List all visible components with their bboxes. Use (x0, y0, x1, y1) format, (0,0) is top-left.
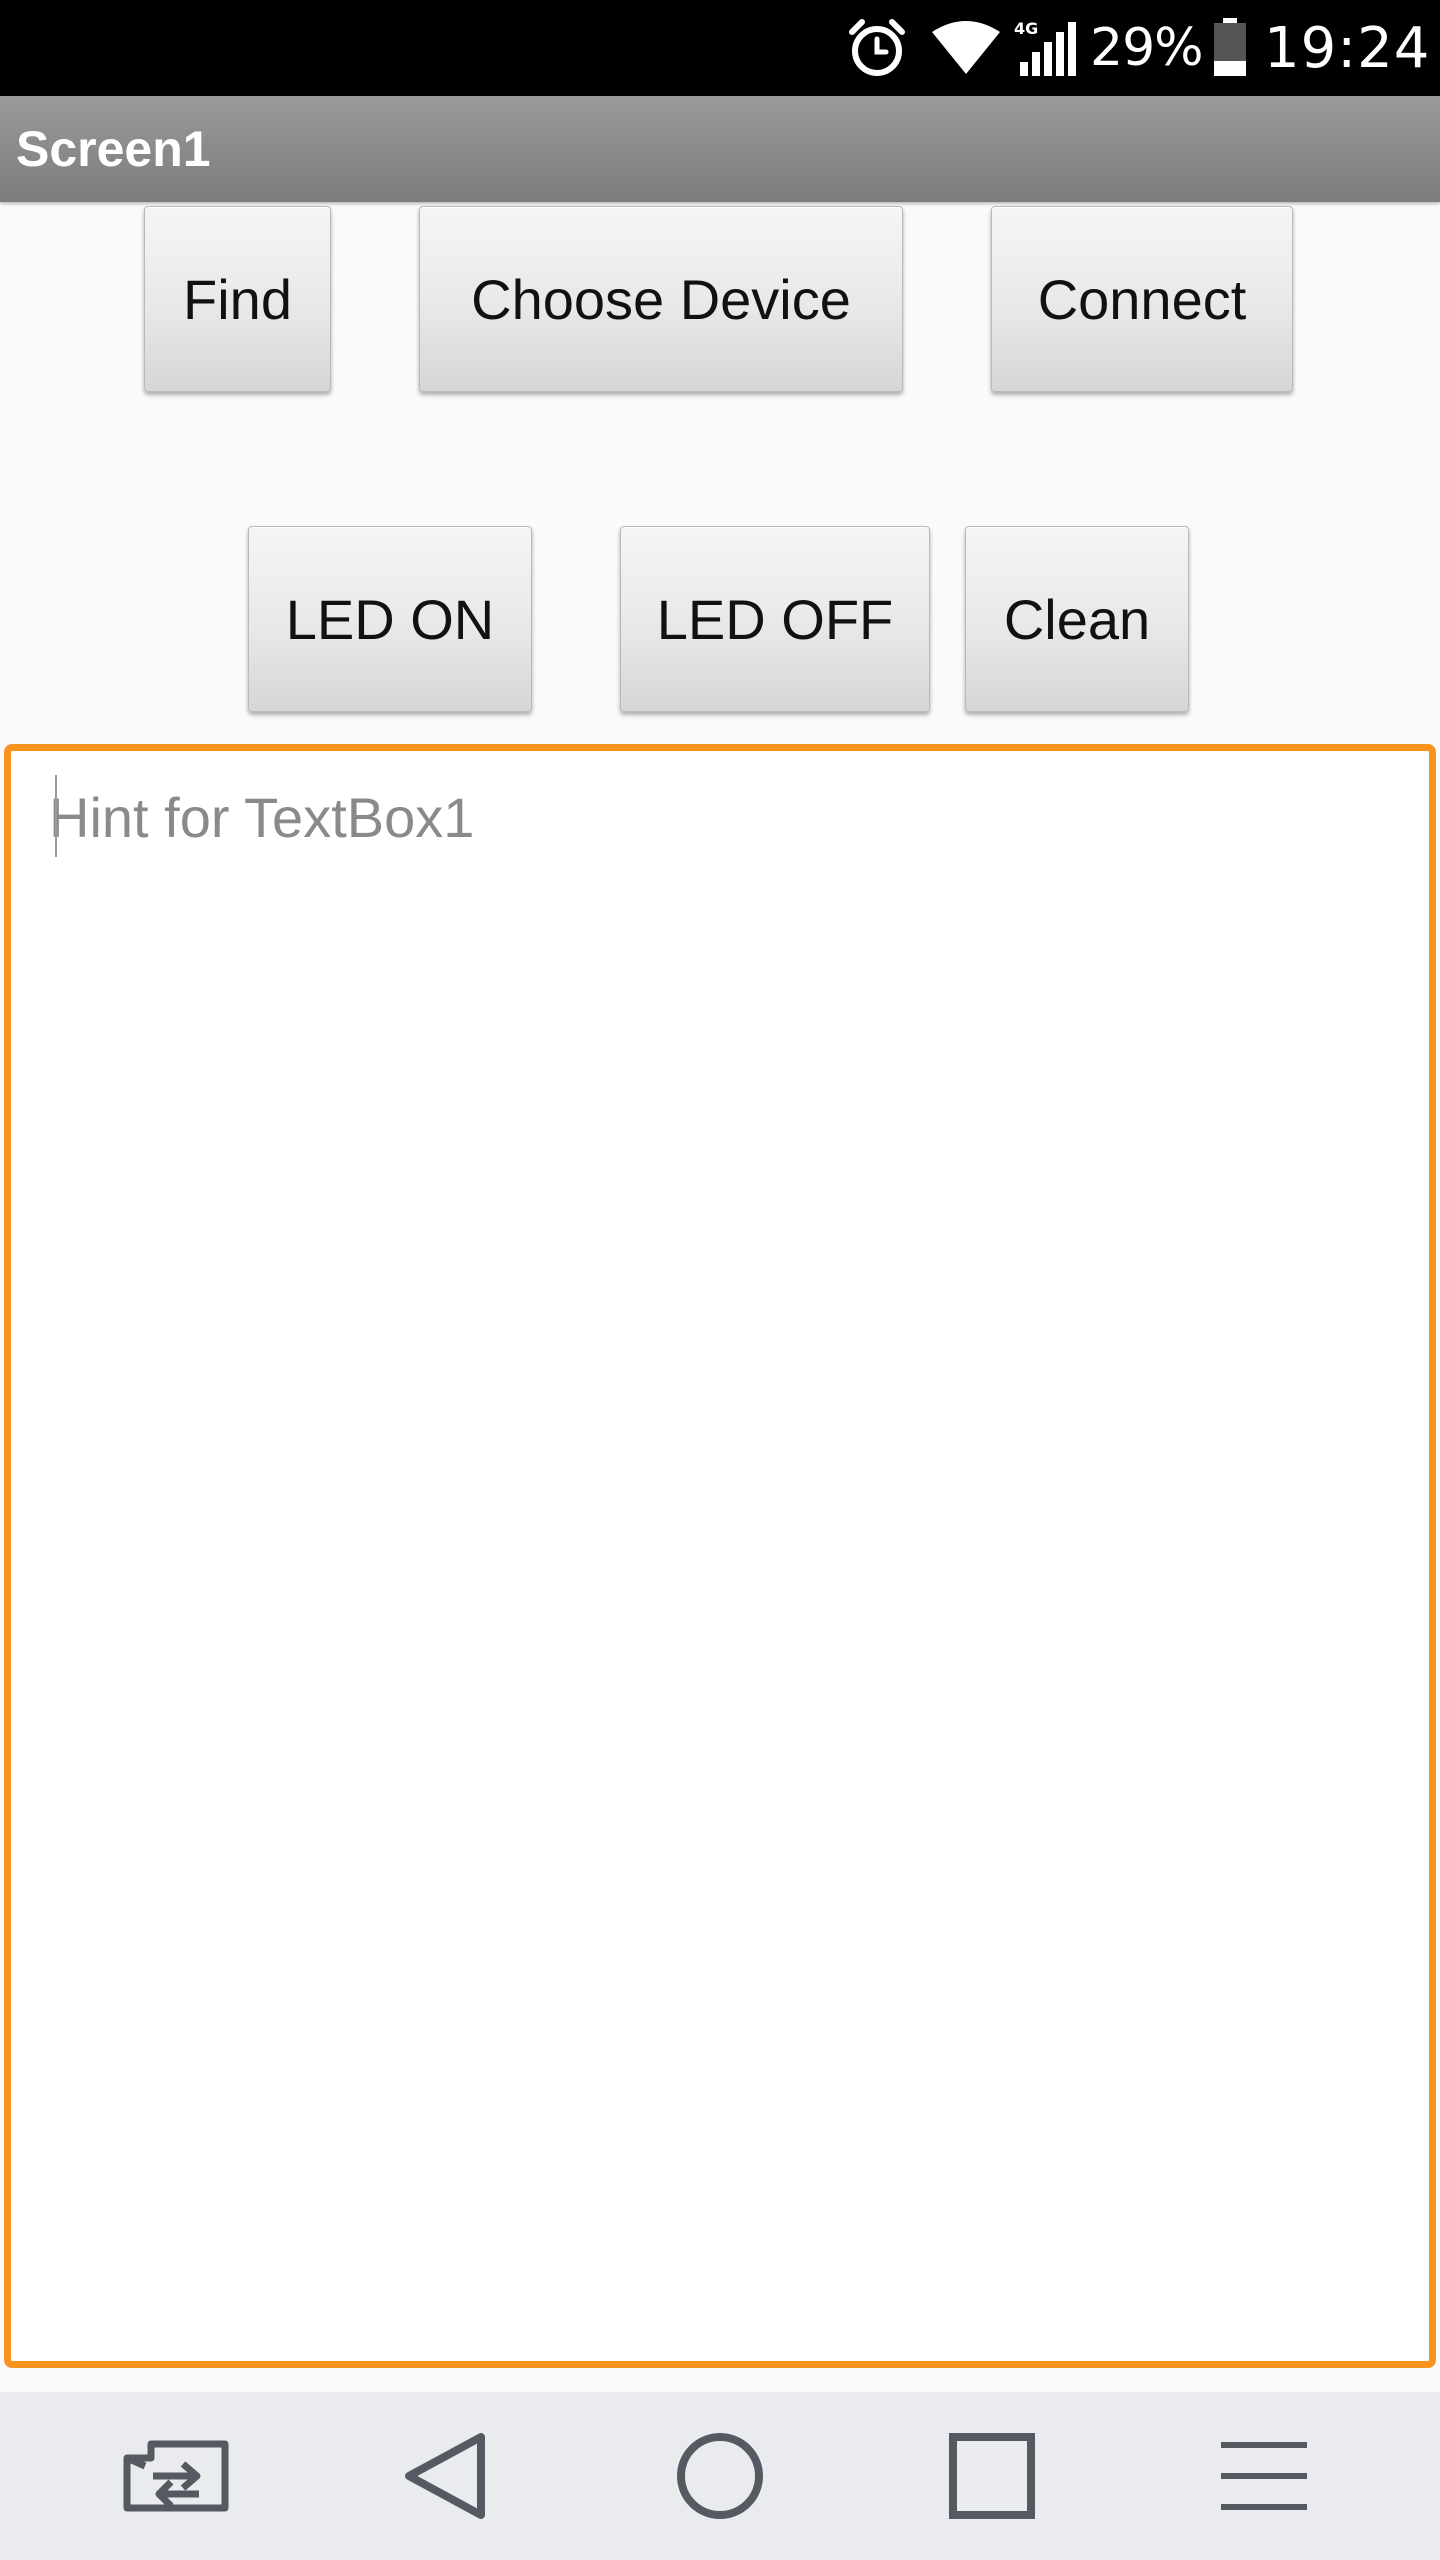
recent-apps-icon[interactable] (902, 2392, 1082, 2560)
textbox1-input[interactable] (11, 751, 1429, 2361)
find-button[interactable]: Find (144, 206, 331, 392)
back-icon[interactable] (356, 2392, 536, 2560)
signal-icon: 4G (1014, 0, 1078, 96)
choose-device-button[interactable]: Choose Device (419, 206, 903, 392)
led-off-button[interactable]: LED OFF (620, 526, 930, 712)
status-bar: 4G 29% 19:24 (0, 0, 1440, 96)
connect-button[interactable]: Connect (991, 206, 1293, 392)
home-icon[interactable] (630, 2392, 810, 2560)
clock-time: 19:24 (1264, 15, 1431, 81)
battery-icon (1212, 0, 1252, 96)
wifi-icon (930, 0, 1002, 96)
title-bar: Screen1 (0, 96, 1440, 202)
menu-icon[interactable] (1174, 2392, 1354, 2560)
app-screen: 4G 29% 19:24 Screen1 Find Choose Device … (0, 0, 1440, 2560)
battery-percent: 29% (1090, 18, 1204, 78)
screen-title: Screen1 (16, 121, 211, 177)
network-type-label: 4G (1014, 19, 1038, 38)
led-on-button[interactable]: LED ON (248, 526, 532, 712)
alarm-icon (848, 0, 912, 96)
textbox-container (4, 744, 1436, 2368)
switch-app-icon[interactable] (86, 2392, 266, 2560)
text-cursor (55, 775, 57, 857)
navigation-bar (0, 2392, 1440, 2560)
clean-button[interactable]: Clean (965, 526, 1189, 712)
